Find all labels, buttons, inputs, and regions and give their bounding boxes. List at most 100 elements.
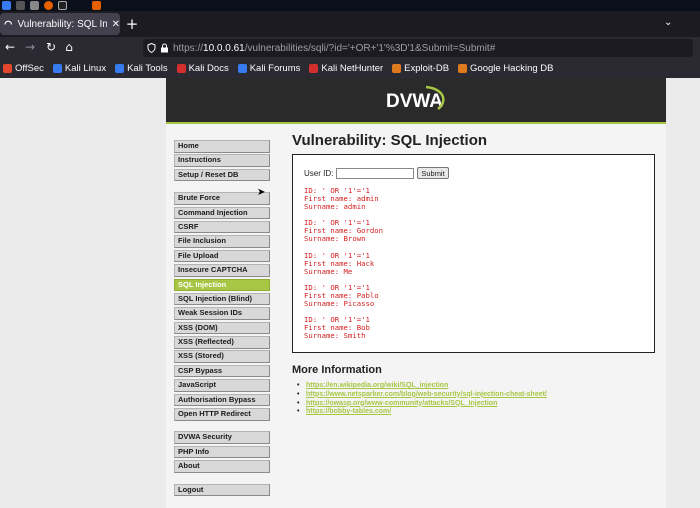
os-taskbar	[0, 0, 700, 11]
menu-item-command-injection[interactable]: Command Injection	[174, 206, 270, 220]
tab-strip: Vulnerability: SQL Injection ✕ + ⌄	[0, 11, 700, 37]
page-favicon-icon	[4, 20, 13, 25]
url-text[interactable]: https://10.0.0.61/vulnerabilities/sqli/?…	[173, 43, 495, 54]
menu-item-authorisation-bypass[interactable]: Authorisation Bypass	[174, 393, 270, 407]
menu-item-csrf[interactable]: CSRF	[174, 220, 270, 234]
bookmark-label: Kali Tools	[127, 63, 168, 74]
bookmark-kali-forums[interactable]: Kali Forums	[237, 63, 301, 74]
menu-item-brute-force[interactable]: Brute Force	[174, 192, 270, 205]
vulnerable-code-area: User ID: Submit ID: ' OR '1'='1 First na…	[292, 154, 655, 353]
browser-tab[interactable]: Vulnerability: SQL Injection ✕	[0, 13, 120, 35]
reference-links: https://en.wikipedia.org/wiki/SQL_inject…	[292, 382, 662, 417]
new-tab-button[interactable]: +	[124, 15, 140, 33]
bookmark-favicon-icon	[3, 64, 12, 73]
menu-item-dvwa-security[interactable]: DVWA Security	[174, 431, 270, 444]
bookmark-label: Google Hacking DB	[470, 63, 554, 74]
close-icon[interactable]: ✕	[112, 19, 120, 30]
dvwa-logo: DVWA	[386, 85, 445, 112]
lock-icon[interactable]	[160, 43, 169, 53]
navigation-toolbar: ← → ↻ ⌂ https://10.0.0.61/vulnerabilitie…	[0, 37, 700, 59]
firefox-window-icon[interactable]	[92, 1, 101, 10]
user-id-label: User ID:	[304, 168, 334, 178]
menu-item-open-http-redirect[interactable]: Open HTTP Redirect	[174, 408, 270, 421]
list-tabs-chevron-down-icon[interactable]: ⌄	[664, 17, 672, 28]
menu-item-javascript[interactable]: JavaScript	[174, 379, 270, 392]
folder-icon[interactable]	[30, 1, 39, 10]
query-results: ID: ' OR '1'='1 First name: admin Surnam…	[304, 186, 643, 341]
forward-arrow-icon[interactable]: →	[23, 40, 37, 54]
bookmark-label: Kali Docs	[188, 63, 229, 74]
svg-text:DVWA: DVWA	[386, 91, 443, 112]
bookmark-label: Kali NetHunter	[321, 63, 384, 74]
menu-item-xss-dom[interactable]: XSS (DOM)	[174, 321, 270, 335]
submit-button[interactable]: Submit	[417, 167, 449, 179]
firefox-icon[interactable]	[44, 1, 53, 10]
sidebar-menu: Home Instructions Setup / Reset DB Brute Fo…	[174, 140, 270, 498]
home-icon[interactable]: ⌂	[62, 40, 76, 54]
menu-item-home[interactable]: Home	[174, 140, 270, 153]
result-record: ID: ' OR '1'='1 First name: Bob Surname:…	[304, 315, 370, 341]
bookmark-kali-docs[interactable]: Kali Docs	[176, 63, 229, 74]
reload-icon[interactable]: ↻	[44, 40, 58, 54]
bookmark-offsec[interactable]: OffSec	[3, 63, 44, 74]
menu-item-setup-reset-db[interactable]: Setup / Reset DB	[174, 168, 270, 182]
bookmark-label: Exploit-DB	[404, 63, 450, 74]
back-arrow-icon[interactable]: ←	[3, 40, 17, 54]
bookmark-favicon-icon	[392, 64, 402, 73]
reference-link[interactable]: https://www.netsparker.com/blog/web-secu…	[306, 391, 547, 398]
menu-divider	[174, 475, 270, 484]
menu-item-sql-injection[interactable]: SQL Injection	[174, 278, 270, 292]
menu-item-instructions[interactable]: Instructions	[174, 154, 270, 167]
list-item: https://owasp.org/www-community/attacks/…	[297, 400, 662, 409]
kali-menu-icon[interactable]	[2, 1, 11, 10]
menu-item-xss-stored[interactable]: XSS (Stored)	[174, 350, 270, 363]
result-record: ID: ' OR '1'='1 First name: admin Surnam…	[304, 186, 379, 212]
shield-icon[interactable]	[147, 43, 156, 53]
bookmarks-toolbar: OffSec Kali Linux Kali Tools Kali Docs Kali …	[0, 59, 700, 78]
menu-divider	[174, 183, 270, 192]
reference-link[interactable]: https://owasp.org/www-community/attacks/…	[306, 400, 497, 407]
result-record: ID: ' OR '1'='1 First name: Gordon Surna…	[304, 218, 384, 244]
mouse-pointer-icon: ➤	[257, 187, 266, 198]
menu-item-insecure-captcha[interactable]: Insecure CAPTCHA	[174, 264, 270, 277]
list-item: https://bobby-tables.com/	[297, 408, 662, 417]
list-item: https://www.netsparker.com/blog/web-secu…	[297, 391, 662, 400]
result-record: ID: ' OR '1'='1 First name: Hack Surname…	[304, 250, 375, 276]
bookmark-favicon-icon	[52, 64, 62, 73]
url-bar[interactable]: https://10.0.0.61/vulnerabilities/sqli/?…	[143, 39, 693, 57]
bookmark-favicon-icon	[176, 64, 186, 73]
bookmark-google-hacking-db[interactable]: Google Hacking DB	[458, 63, 553, 74]
menu-item-about[interactable]: About	[174, 460, 270, 473]
menu-item-xss-reflected[interactable]: XSS (Reflected)	[174, 336, 270, 349]
more-information-heading: More Information	[292, 364, 382, 376]
menu-item-file-inclusion[interactable]: File Inclusion	[174, 235, 270, 248]
tab-title: Vulnerability: SQL Injection	[17, 18, 107, 30]
terminal-window-icon[interactable]	[58, 1, 67, 10]
menu-item-file-upload[interactable]: File Upload	[174, 249, 270, 263]
menu-divider	[174, 422, 270, 431]
bookmark-label: Kali Linux	[64, 63, 107, 74]
bookmark-label: Kali Forums	[249, 63, 301, 74]
bookmark-label: OffSec	[15, 63, 44, 74]
bookmark-favicon-icon	[309, 64, 319, 73]
result-record: ID: ' OR '1'='1 First name: Pablo Surnam…	[304, 282, 379, 309]
reference-link[interactable]: https://en.wikipedia.org/wiki/SQL_inject…	[306, 382, 448, 389]
bookmark-kali-tools[interactable]: Kali Tools	[115, 63, 168, 74]
menu-item-php-info[interactable]: PHP Info	[174, 445, 270, 459]
menu-item-weak-session-ids[interactable]: Weak Session IDs	[174, 307, 270, 320]
menu-item-sql-injection-blind[interactable]: SQL Injection (Blind)	[174, 292, 270, 306]
dvwa-header: DVWA	[166, 78, 666, 124]
terminal-icon[interactable]	[16, 1, 25, 10]
menu-item-csp-bypass[interactable]: CSP Bypass	[174, 364, 270, 378]
dvwa-container: DVWA Home Instructions Setup / Reset DB Bru…	[166, 78, 666, 508]
user-id-input[interactable]	[336, 167, 415, 179]
bookmark-kali-nethunter[interactable]: Kali NetHunter	[309, 63, 383, 74]
bookmark-kali-linux[interactable]: Kali Linux	[52, 63, 107, 74]
bookmark-favicon-icon	[458, 64, 468, 73]
menu-item-logout[interactable]: Logout	[174, 483, 270, 497]
bookmark-exploit-db[interactable]: Exploit-DB	[392, 63, 449, 74]
reference-link[interactable]: https://bobby-tables.com/	[306, 408, 391, 415]
page-viewport: DVWA Home Instructions Setup / Reset DB Bru…	[0, 78, 700, 508]
user-id-form: User ID: Submit	[304, 167, 643, 179]
bookmark-favicon-icon	[115, 64, 125, 73]
